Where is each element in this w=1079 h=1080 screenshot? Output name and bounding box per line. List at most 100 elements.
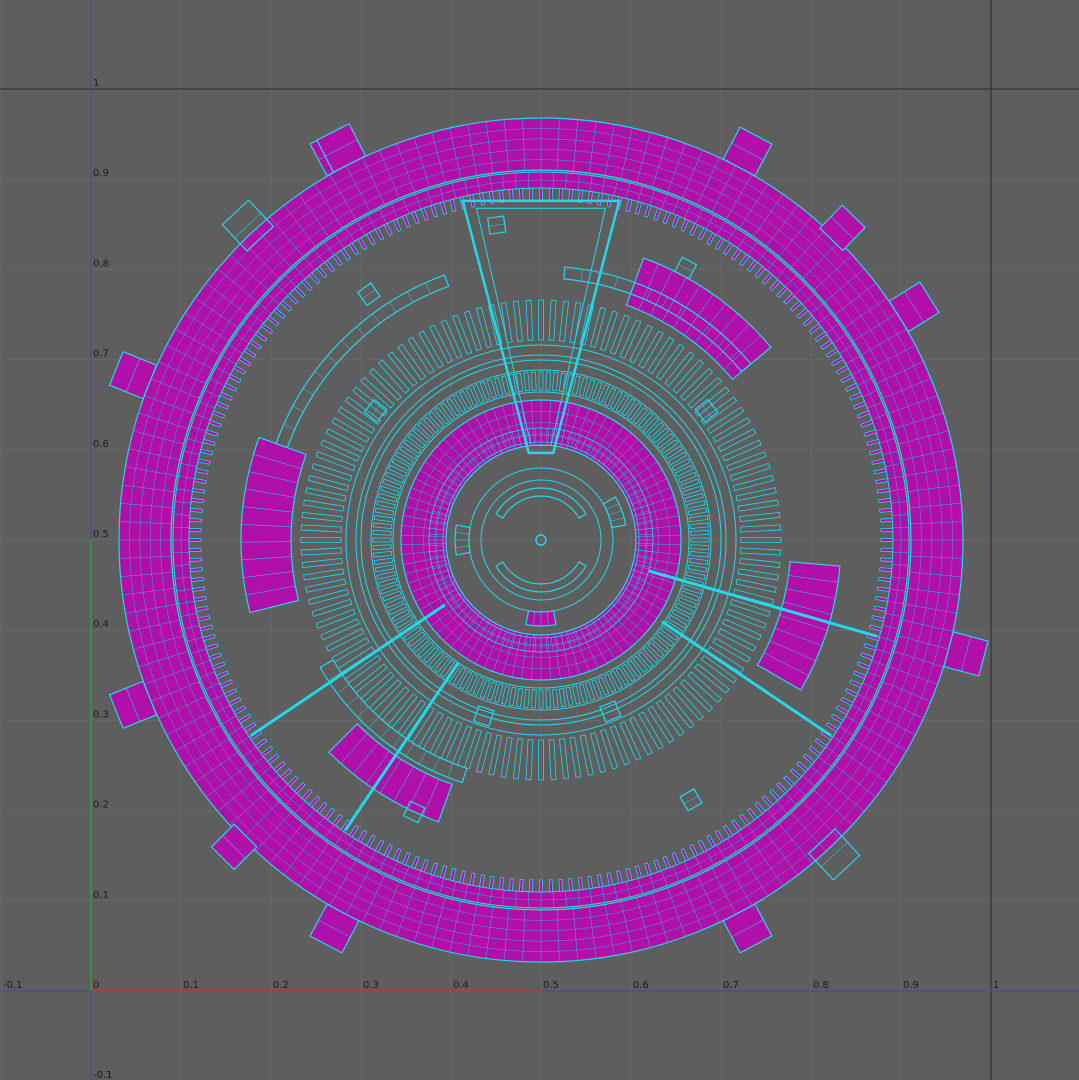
arc-shell-left[interactable] [240,436,307,614]
inner-tick-ring-tick [652,636,670,653]
x-tick-label: 0.5 [543,980,559,991]
y-tick-label: 0.7 [93,349,109,360]
outer-fine-tick-ring-tick [286,775,299,787]
outer-fine-tick-ring-tick [301,279,313,292]
outer-fine-tick-ring-tick [529,879,534,893]
mid-tick-ring-tick [672,686,705,721]
inner-tick-ring-tick [671,608,691,622]
inner-tick-ring-tick [677,596,697,609]
outer-fine-tick-ring-tick [420,859,429,873]
inner-tick-ring-tick [626,402,642,421]
inner-tick-ring-tick [668,451,687,466]
outer-fine-tick-ring-tick [357,829,368,843]
arc-shell-right-lower[interactable] [756,561,841,691]
outer-fine-tick-ring-tick [223,382,238,392]
outer-fine-tick-ring-tick [844,688,859,698]
outer-fine-tick-ring-tick [266,315,280,327]
core-small-arc-right-edge [606,503,620,510]
mid-tick-ring-tick [452,314,473,355]
outer-fine-tick-ring-tick [411,855,420,870]
outer-fine-tick-ring-tick [849,391,863,401]
outer-fine-tick-ring-tick [866,438,880,447]
uv-canvas[interactable]: -0.1 0 0.1 0.2 0.3 0.4 0.5 0.6 0.7 0.8 0.9 1 -0.1 0.1… [0,0,1079,1080]
arc-shell-upper-left-rim-edge [292,405,304,413]
mid-tick-ring-tick [325,628,365,652]
mid-tick-ring-tick [452,725,473,766]
outer-fine-tick-ring-tick [577,877,584,891]
inner-tick-ring-tick [647,641,665,659]
mid-tick-ring-tick [548,299,557,341]
outer-fine-tick-ring-tick [219,679,233,689]
inner-tick-ring-tick [597,676,610,696]
outer-fine-tick-ring-tick [205,643,219,651]
small-island-2-edge [678,264,693,273]
inner-tick-ring-tick [603,673,617,693]
inner-tick-ring-tick [688,515,709,523]
mid-tick-ring-tick [377,686,410,721]
mid-tick-ring-tick [300,524,342,533]
inner-tick-ring-tick [545,689,551,709]
outer-fine-tick-ring-tick [761,272,774,285]
outer-fine-tick-ring-tick [875,478,889,484]
outer-fine-tick-ring-tick [662,855,671,870]
inner-tick-ring-tick [465,387,479,407]
spoke-shell-3[interactable] [648,569,878,638]
outer-fine-tick-ring-tick [518,878,524,892]
arc-shell-bottom-left[interactable] [328,722,453,823]
arc-shell-upper-left-rim-edge [303,388,314,396]
mid-tick-ring-tick [525,299,534,341]
arc-shell-upper-left-rim-edge [425,282,431,294]
outer-fine-tick-ring-tick [479,874,485,888]
inner-tick-ring-tick [621,398,636,417]
inner-tick-ring-tick [388,464,408,478]
outer-fine-tick-ring-tick [340,248,351,261]
outer-fine-tick-ring-tick [374,839,385,853]
uv-editor-viewport[interactable]: -0.1 0 0.1 0.2 0.3 0.4 0.5 0.6 0.7 0.8 0.9 1 -0.1 0.1… [0,0,1079,1080]
inner-tick-ring-tick [677,471,697,484]
mid-tick-ring-tick [726,608,767,629]
outer-fine-tick-ring-tick [190,576,204,583]
outer-fine-tick-ring-tick [879,557,893,563]
outer-fine-tick-ring-tick [211,410,226,419]
outer-fine-tick-ring-tick [754,801,766,815]
outer-fine-tick-ring-tick [202,438,216,447]
small-island-1[interactable] [487,215,507,235]
outer-fine-tick-ring-tick [825,722,839,733]
outer-fine-tick-ring-tick [746,259,758,273]
mid-tick-ring-tick [619,721,642,761]
outer-fine-tick-ring-tick [188,547,202,552]
arc-shell-upper-left-rim[interactable] [275,274,450,449]
inner-tick-ring-tick [609,390,623,410]
outer-fine-tick-ring-tick [876,487,891,494]
outer-fine-tick-ring-tick [308,272,321,285]
outer-fine-tick-ring-tick [498,877,505,891]
inner-tick-ring-tick [376,570,396,580]
inner-tick-ring-tick [422,646,440,664]
mid-tick-ring-tick [717,628,757,652]
outer-fine-tick-ring-tick [825,347,839,358]
outer-fine-tick-ring-tick [459,870,466,884]
small-island-7[interactable] [679,788,703,812]
x-tick-label: 0 [93,980,99,991]
arc-shell-upper-left-rim-edge [314,371,325,379]
inner-tick-ring-tick [385,471,405,484]
inner-tick-ring-tick [689,522,709,529]
core-small-arc-left[interactable] [454,524,471,556]
outer-fine-tick-ring-tick [402,214,411,228]
mid-tick-ring-tick [739,511,781,523]
small-island-6[interactable] [472,705,495,727]
outer-fine-tick-ring-tick [488,875,495,890]
mid-tick-ring-tick [440,721,463,761]
core-small-arc-right[interactable] [602,496,627,529]
outer-fine-tick-ring-tick [208,652,222,661]
outer-fine-tick-ring-tick [208,419,222,428]
outer-fine-tick-ring-tick [671,214,680,228]
mid-tick-ring-tick [548,739,557,781]
core-small-arc-bottom[interactable] [525,610,557,627]
y-tick-label: 0.8 [93,258,109,269]
mid-tick-ring-tick [377,359,410,394]
x-tick-label: 0.1 [183,980,199,991]
outer-fine-tick-ring-tick [746,807,758,821]
mid-tick-ring-tick [320,618,360,641]
outer-fine-tick-ring-tick [286,293,299,305]
